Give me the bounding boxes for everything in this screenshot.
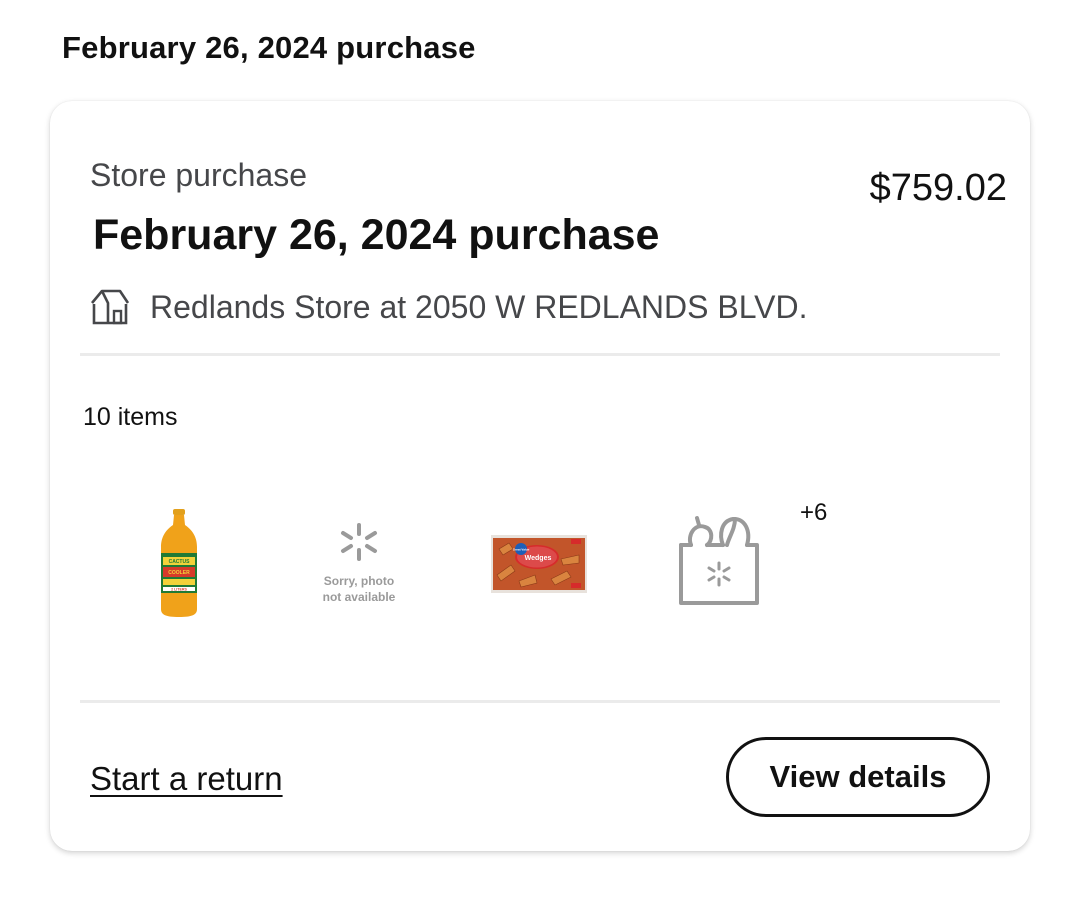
bottle-label-text: CACTUS	[169, 559, 190, 565]
grocery-bag-thumbnail[interactable]	[644, 496, 794, 631]
divider	[80, 700, 1000, 703]
order-total: $759.02	[869, 167, 1007, 209]
photo-unavailable-thumbnail[interactable]: Sorry, photo not available	[284, 496, 434, 631]
store-icon	[90, 287, 130, 327]
bag-product-text: Wedges	[525, 555, 552, 562]
spark-icon	[339, 522, 379, 567]
view-details-button[interactable]: View details	[726, 737, 990, 817]
grocery-bag-icon	[677, 515, 761, 612]
store-address: Redlands Store at 2050 W REDLANDS BLVD.	[150, 288, 808, 325]
photo-unavailable-text: Sorry, photo	[323, 574, 395, 588]
start-return-link[interactable]: Start a return	[90, 760, 283, 798]
soda-bottle-thumbnail[interactable]: CACTUS COOLER 2 LITERS	[104, 496, 254, 631]
purchase-title: February 26, 2024 purchase	[93, 211, 660, 259]
bottle-label-text: COOLER	[168, 570, 190, 576]
items-count: 10 items	[83, 403, 178, 431]
store-location: Redlands Store at 2050 W REDLANDS BLVD.	[90, 287, 807, 327]
bag-brand-text: Great Value	[513, 547, 530, 551]
divider	[80, 353, 1000, 356]
potato-wedges-thumbnail[interactable]: Great Value Wedges	[464, 496, 614, 631]
purchase-type-label: Store purchase	[90, 157, 308, 193]
section-heading: February 26, 2024 purchase	[62, 30, 476, 65]
bottle-label-text: 2 LITERS	[171, 587, 187, 591]
purchase-card: Store purchase $759.02 February 26, 2024…	[50, 101, 1030, 851]
photo-unavailable-text: not available	[322, 590, 396, 604]
more-items-count: +6	[800, 499, 828, 526]
